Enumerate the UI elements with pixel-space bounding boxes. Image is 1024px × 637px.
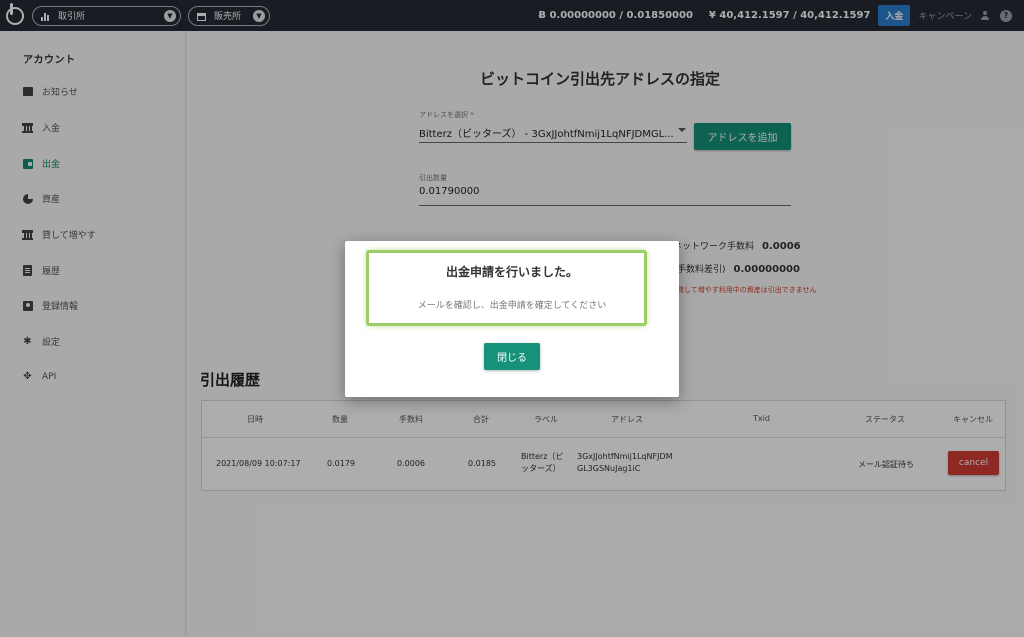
confirmation-dialog: 出金申請を行いました。 メールを確認し、出金申請を確定してください 閉じる [345,241,679,397]
highlight-box [366,250,647,326]
dialog-message: メールを確認し、出金申請を確定してください [417,301,607,311]
close-button[interactable]: 閉じる [484,343,540,370]
dialog-title: 出金申請を行いました。 [445,265,578,279]
